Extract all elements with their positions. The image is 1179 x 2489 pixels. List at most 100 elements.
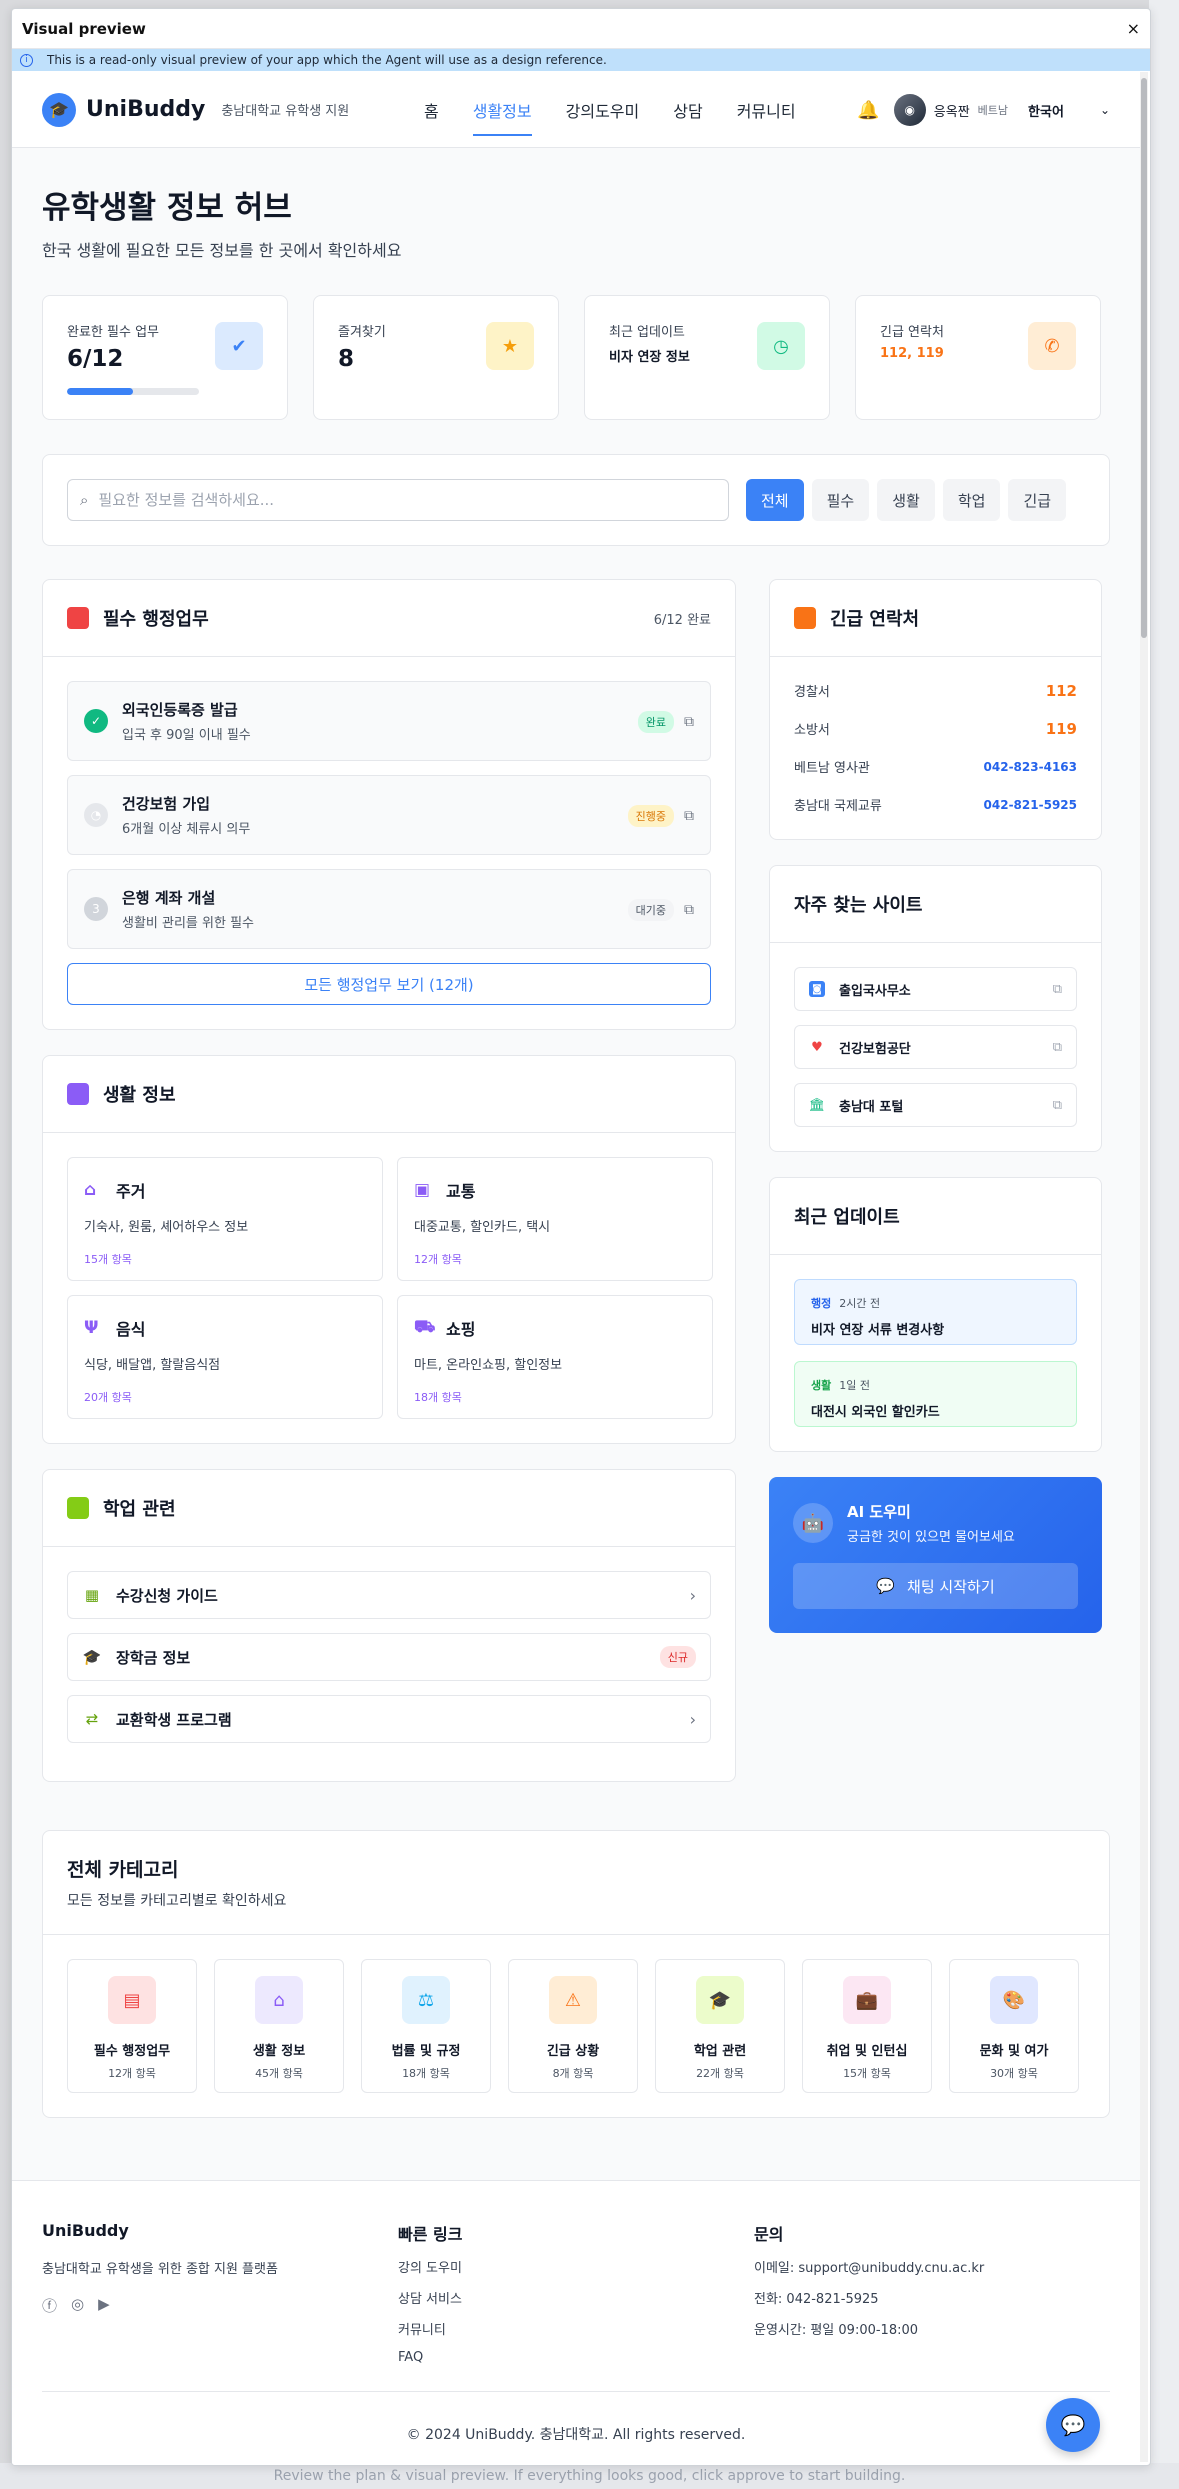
contact-number[interactable]: 042-823-4163 [984, 760, 1077, 774]
language-select[interactable]: 한국어 [1028, 101, 1064, 120]
footer-link[interactable]: FAQ [398, 2350, 754, 2365]
chevron-right-icon: › [689, 1585, 696, 1605]
nav-link-life-info[interactable]: 생활정보 [461, 72, 544, 148]
chat-icon: 💬 [1060, 2413, 1086, 2437]
bell-icon[interactable]: 🔔 [857, 100, 879, 121]
academic-item-scholarship[interactable]: 🎓 장학금 정보 신규 [67, 1633, 711, 1681]
category-admin[interactable]: ▤ 필수 행정업무 12개 항목 [67, 1959, 197, 2093]
chat-icon: 💬 [876, 1577, 896, 1595]
site-footer: UniBuddy 충남대학교 유학생을 위한 종합 지원 플랫폼 ⓕ ◎ ▶ 빠… [12, 2180, 1140, 2465]
star-icon: ★ [486, 322, 534, 370]
category-jobs[interactable]: 💼 취업 및 인턴십 15개 항목 [802, 1959, 932, 2093]
app-logo[interactable]: UniBuddy [86, 97, 205, 122]
section-color-marker [794, 607, 816, 629]
life-info-card: 생활 정보 ⌂ 주거 기숙사, 원룸, 셰어하우스 정보 15개 항목 ▣ 교통… [42, 1055, 736, 1444]
task-item[interactable]: 3 은행 계좌 개설 생활비 관리를 위한 필수 대기중 ⧉ [67, 869, 711, 949]
category-life[interactable]: ⌂ 생활 정보 45개 항목 [214, 1959, 344, 2093]
heart-icon: ♥ [811, 1039, 823, 1055]
task-actions: 대기중 ⧉ [627, 870, 694, 950]
filter-required[interactable]: 필수 [811, 479, 870, 521]
external-link-icon[interactable]: ⧉ [684, 902, 694, 918]
update-tag: 행정 [811, 1297, 832, 1310]
youtube-icon[interactable]: ▶ [98, 2295, 110, 2316]
contact-number[interactable]: 042-821-5925 [984, 798, 1077, 812]
life-item-housing[interactable]: ⌂ 주거 기숙사, 원룸, 셰어하우스 정보 15개 항목 [67, 1157, 383, 1281]
category-count: 12개 항목 [108, 2067, 156, 2080]
nav-link-home[interactable]: 홈 [412, 72, 451, 148]
task-item[interactable]: ✓ 외국인등록증 발급 입국 후 90일 이내 필수 완료 ⧉ [67, 681, 711, 761]
category-label: 문화 및 여가 [979, 2044, 1049, 2059]
search-icon: ⌕ [80, 491, 89, 509]
life-item-food[interactable]: Ψ 음식 식당, 배달앱, 할랄음식점 20개 항목 [67, 1295, 383, 1419]
external-link-icon[interactable]: ⧉ [684, 714, 694, 730]
card-title: 자주 찾는 사이트 [794, 891, 922, 917]
contact-number[interactable]: 112 [1046, 682, 1077, 700]
search-input[interactable] [98, 491, 699, 509]
contact-row: 소방서 119 [794, 719, 1077, 739]
category-law[interactable]: ⚖ 법률 및 규정 18개 항목 [361, 1959, 491, 2093]
life-item-title: Ψ 음식 [84, 1316, 366, 1340]
filter-life[interactable]: 생활 [877, 479, 935, 521]
admin-tasks-card: 필수 행정업무 6/12 완료 ✓ 외국인등록증 발급 입국 후 90일 이내 … [42, 579, 736, 1030]
view-all-tasks-button[interactable]: 모든 행정업무 보기 (12개) [67, 963, 711, 1005]
user-country: 베트남 [977, 104, 1009, 117]
nav-link-community[interactable]: 커뮤니티 [725, 72, 808, 148]
search-field[interactable]: ⌕ [67, 479, 729, 521]
life-item-count: 12개 항목 [414, 1253, 462, 1266]
footer-link[interactable]: 커뮤니티 [398, 2319, 754, 2338]
check-circle-icon: ✔ [215, 322, 263, 370]
step-number-icon: 3 [84, 897, 108, 921]
update-title: 대전시 외국인 할인카드 [811, 1405, 940, 1420]
site-link-university-portal[interactable]: 🏛 충남대 포털 ⧉ [794, 1083, 1077, 1127]
task-item[interactable]: ◔ 건강보험 가입 6개월 이상 체류시 의무 진행중 ⧉ [67, 775, 711, 855]
footer-link[interactable]: 강의 도우미 [398, 2257, 754, 2276]
task-subtitle: 6개월 이상 체류시 의무 [122, 822, 251, 837]
chevron-down-icon[interactable]: ⌄ [1100, 103, 1110, 117]
category-count: 45개 항목 [255, 2067, 303, 2080]
filter-all[interactable]: 전체 [746, 479, 804, 521]
external-link-icon: ⧉ [1052, 1097, 1062, 1113]
scrollbar[interactable] [1140, 72, 1148, 2462]
admin-progress-text: 6/12 완료 [653, 612, 711, 628]
contact-number[interactable]: 119 [1046, 720, 1077, 738]
filter-academic[interactable]: 학업 [942, 479, 1001, 521]
close-icon[interactable]: × [1127, 19, 1140, 38]
card-title: 필수 행정업무 [67, 605, 209, 631]
life-item-transport[interactable]: ▣ 교통 대중교통, 할인카드, 택시 12개 항목 [397, 1157, 713, 1281]
update-item[interactable]: 생활 1일 전 대전시 외국인 할인카드 [794, 1361, 1077, 1427]
background-footer-text: Review the plan & visual preview. If eve… [273, 2468, 906, 2484]
card-title: 최근 업데이트 [794, 1203, 900, 1229]
top-nav: 🎓 UniBuddy 충남대학교 유학생 지원 홈 생활정보 강의도우미 상담 … [12, 72, 1140, 148]
life-item-desc: 대중교통, 할인카드, 택시 [414, 1220, 551, 1235]
scrollbar-thumb[interactable] [1141, 78, 1147, 638]
academic-item-course-registration[interactable]: ▦ 수강신청 가이드 › [67, 1571, 711, 1619]
facebook-icon[interactable]: ⓕ [42, 2295, 57, 2316]
start-chat-button[interactable]: 💬 채팅 시작하기 [793, 1563, 1078, 1609]
update-item[interactable]: 행정 2시간 전 비자 연장 서류 변경사항 [794, 1279, 1077, 1345]
page-title: 유학생활 정보 허브 [42, 190, 292, 226]
site-link-health-insurance[interactable]: ♥ 건강보험공단 ⧉ [794, 1025, 1077, 1069]
life-item-label: 교통 [446, 1182, 476, 1201]
footer-link[interactable]: 상담 서비스 [398, 2288, 754, 2307]
nav-link-lecture-helper[interactable]: 강의도우미 [554, 72, 652, 148]
category-academic[interactable]: 🎓 학업 관련 22개 항목 [655, 1959, 785, 2093]
category-culture[interactable]: 🎨 문화 및 여가 30개 항목 [949, 1959, 1079, 2093]
category-grid: ▤ 필수 행정업무 12개 항목 ⌂ 생활 정보 45개 항목 ⚖ 법률 및 규정 18개 … [43, 1935, 1109, 2117]
academic-item-exchange[interactable]: ⇄ 교환학생 프로그램 › [67, 1695, 711, 1743]
card-header: 최근 업데이트 [770, 1178, 1101, 1255]
contact-name: 충남대 국제교류 [794, 799, 882, 814]
footer-columns: UniBuddy 충남대학교 유학생을 위한 종합 지원 플랫폼 ⓕ ◎ ▶ 빠… [42, 2221, 1110, 2365]
academic-item-label: 수강신청 가이드 [116, 1586, 218, 1605]
category-emergency[interactable]: ⚠ 긴급 상황 8개 항목 [508, 1959, 638, 2093]
avatar[interactable]: ◉ [893, 94, 926, 126]
chat-fab-button[interactable]: 💬 [1046, 2398, 1100, 2452]
external-link-icon[interactable]: ⧉ [684, 808, 694, 824]
site-link-immigration[interactable]: ◙ 출입국사무소 ⧉ [794, 967, 1077, 1011]
instagram-icon[interactable]: ◎ [71, 2295, 84, 2316]
filter-emergency[interactable]: 긴급 [1008, 479, 1067, 521]
user-name: 응옥짠 [933, 104, 970, 120]
search-panel: ⌕ 전체 필수 생활 학업 긴급 [42, 454, 1110, 546]
nav-link-counseling[interactable]: 상담 [661, 72, 714, 148]
graduation-cap-icon: 🎓 [696, 1976, 744, 2024]
life-item-shopping[interactable]: ⛟ 쇼핑 마트, 온라인쇼핑, 할인정보 18개 항목 [397, 1295, 713, 1419]
